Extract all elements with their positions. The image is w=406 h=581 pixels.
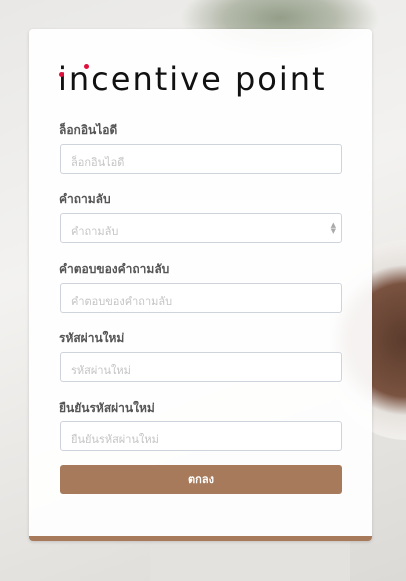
login-id-input[interactable]: ล็อกอินไอดี [60, 144, 342, 174]
select-arrows-icon: ▲ ▼ [330, 221, 336, 235]
logo-dot [59, 72, 64, 77]
secret-answer-placeholder: คำตอบของคำถามลับ [71, 295, 173, 308]
logo-dot [84, 64, 89, 69]
confirm-password-label: ยืนยันรหัสผ่านใหม่ [59, 401, 155, 415]
confirm-password-input[interactable]: ยืนยันรหัสผ่านใหม่ [60, 421, 342, 451]
submit-button[interactable]: ตกลง [60, 465, 342, 494]
secret-question-label: คำถามลับ [59, 192, 111, 206]
login-id-placeholder: ล็อกอินไอดี [71, 156, 125, 169]
secret-question-placeholder: คำถามลับ [71, 225, 119, 238]
logo-text: incentive point [58, 60, 327, 98]
new-password-placeholder: รหัสผ่านใหม่ [71, 364, 131, 377]
secret-question-select[interactable]: คำถามลับ ▲ ▼ [60, 213, 342, 243]
logo: incentive point [58, 60, 327, 98]
confirm-password-placeholder: ยืนยันรหัสผ่านใหม่ [71, 433, 159, 446]
login-id-label: ล็อกอินไอดี [59, 123, 118, 137]
new-password-label: รหัสผ่านใหม่ [59, 331, 125, 345]
background-newspaper [150, 541, 350, 581]
secret-answer-label: คำตอบของคำถามลับ [59, 262, 170, 276]
new-password-input[interactable]: รหัสผ่านใหม่ [60, 352, 342, 382]
secret-answer-input[interactable]: คำตอบของคำถามลับ [60, 283, 342, 313]
